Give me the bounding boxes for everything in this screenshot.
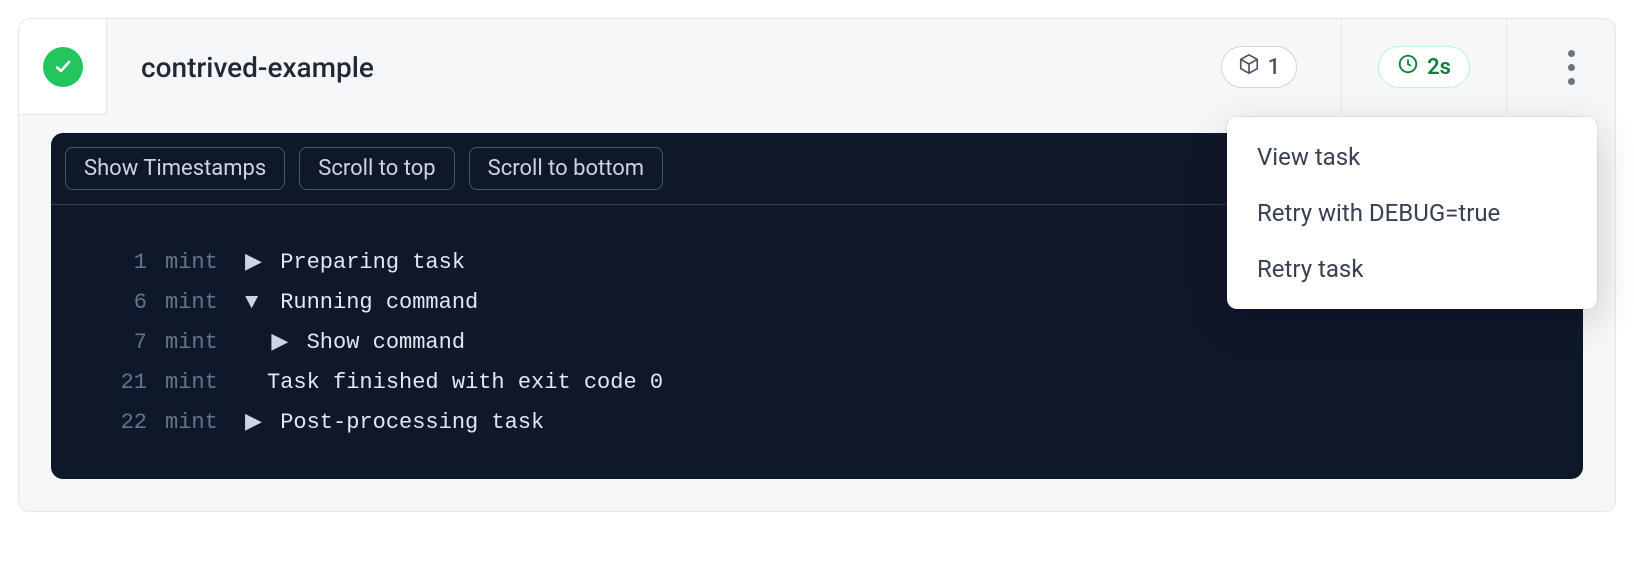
line-number: 22: [65, 403, 165, 443]
task-meta: 1 2s: [1221, 19, 1615, 115]
log-message: Preparing task: [267, 243, 465, 283]
line-number: 21: [65, 363, 165, 403]
line-number: 7: [65, 323, 165, 363]
package-count: 1: [1268, 55, 1281, 80]
log-tag: mint: [165, 323, 245, 363]
line-number: 1: [65, 243, 165, 283]
kebab-dot-icon: [1568, 50, 1575, 57]
log-message: Task finished with exit code 0: [267, 363, 663, 403]
duration-pill: 2s: [1378, 46, 1470, 88]
scroll-to-bottom-button[interactable]: Scroll to bottom: [469, 147, 663, 190]
more-menu-cell: [1527, 19, 1615, 115]
kebab-dot-icon: [1568, 78, 1575, 85]
menu-item-view-task[interactable]: View task: [1227, 129, 1597, 185]
more-menu-dropdown: View task Retry with DEBUG=true Retry ta…: [1227, 117, 1597, 309]
menu-item-retry-task[interactable]: Retry task: [1227, 241, 1597, 297]
task-header: contrived-example 1 2s: [19, 19, 1615, 115]
show-timestamps-button[interactable]: Show Timestamps: [65, 147, 285, 190]
caret-right-icon[interactable]: ▶: [245, 403, 267, 443]
status-box: [19, 19, 107, 115]
more-menu-button[interactable]: [1568, 50, 1575, 85]
log-tag: mint: [165, 283, 245, 323]
log-message: Post-processing task: [267, 403, 544, 443]
log-row[interactable]: 7mint ▶ Show command: [65, 323, 1569, 363]
caret-right-icon[interactable]: ▶: [271, 323, 293, 363]
scroll-to-top-button[interactable]: Scroll to top: [299, 147, 454, 190]
package-icon: [1238, 53, 1260, 81]
task-panel: contrived-example 1 2s: [18, 18, 1616, 512]
caret-right-icon[interactable]: ▶: [245, 243, 267, 283]
log-tag: mint: [165, 363, 245, 403]
task-title: contrived-example: [141, 51, 1221, 84]
log-row: 21mint Task finished with exit code 0: [65, 363, 1569, 403]
caret-down-icon[interactable]: ▼: [245, 283, 267, 323]
line-number: 6: [65, 283, 165, 323]
menu-item-retry-debug[interactable]: Retry with DEBUG=true: [1227, 185, 1597, 241]
log-tag: mint: [165, 403, 245, 443]
log-message: Show command: [293, 323, 465, 363]
caret-none: [245, 363, 267, 403]
duration-text: 2s: [1427, 55, 1451, 80]
log-message: Running command: [267, 283, 478, 323]
log-row[interactable]: 22mint▶ Post-processing task: [65, 403, 1569, 443]
duration-cell: 2s: [1341, 19, 1507, 115]
package-count-pill[interactable]: 1: [1221, 46, 1298, 88]
kebab-dot-icon: [1568, 64, 1575, 71]
clock-icon: [1397, 53, 1419, 81]
status-success-icon: [43, 47, 83, 87]
log-tag: mint: [165, 243, 245, 283]
